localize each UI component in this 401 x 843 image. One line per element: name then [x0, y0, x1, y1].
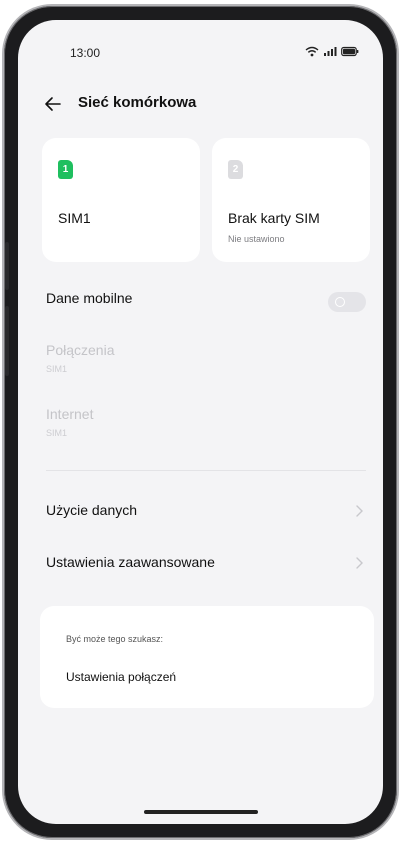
volume-button [5, 242, 9, 290]
internet-row: Internet SIM1 [46, 406, 366, 438]
suggestions-heading: Być może tego szukasz: [66, 634, 164, 644]
status-icons [305, 46, 359, 57]
advanced-settings-row[interactable]: Ustawienia zaawansowane [46, 554, 366, 570]
power-button [5, 306, 9, 376]
sim-name-2: Brak karty SIM [228, 210, 320, 226]
internet-label: Internet [46, 406, 94, 422]
internet-value: SIM1 [46, 428, 68, 438]
phone-frame: 13:00 Sieć komórkowa 1 SIM1 2 Brak karty… [4, 6, 397, 838]
arrow-left-icon[interactable] [42, 93, 64, 115]
home-indicator[interactable] [144, 810, 258, 814]
screen: 13:00 Sieć komórkowa 1 SIM1 2 Brak karty… [18, 20, 383, 824]
signal-icon [324, 47, 337, 56]
toggle-knob [335, 297, 345, 307]
suggestions-card: Być może tego szukasz: Ustawienia połącz… [40, 606, 374, 708]
sim-badge-1: 1 [58, 160, 73, 179]
calls-label: Połączenia [46, 342, 115, 358]
sim-name-1: SIM1 [58, 210, 91, 226]
top-bar: Sieć komórkowa [18, 90, 383, 118]
page-title: Sieć komórkowa [78, 94, 197, 111]
mobile-data-row[interactable]: Dane mobilne [46, 290, 366, 312]
divider [46, 470, 366, 471]
advanced-settings-label: Ustawienia zaawansowane [46, 554, 215, 570]
calls-value: SIM1 [46, 364, 68, 374]
status-time: 13:00 [70, 46, 101, 60]
sim-status-2: Nie ustawiono [228, 234, 285, 244]
data-usage-label: Użycie danych [46, 502, 138, 518]
wifi-icon [305, 46, 319, 57]
sim-badge-2: 2 [228, 160, 243, 179]
mobile-data-label: Dane mobilne [46, 290, 133, 306]
sim-card-2[interactable]: 2 Brak karty SIM Nie ustawiono [212, 138, 370, 262]
battery-icon [341, 46, 359, 57]
chevron-right-icon [356, 557, 363, 569]
data-usage-row[interactable]: Użycie danych [46, 502, 366, 518]
chevron-right-icon [356, 505, 363, 517]
mobile-data-toggle[interactable] [328, 292, 366, 312]
suggestion-call-settings[interactable]: Ustawienia połączeń [66, 670, 176, 684]
status-bar: 13:00 [18, 20, 383, 76]
sim-card-1[interactable]: 1 SIM1 [42, 138, 200, 262]
calls-row: Połączenia SIM1 [46, 342, 366, 374]
